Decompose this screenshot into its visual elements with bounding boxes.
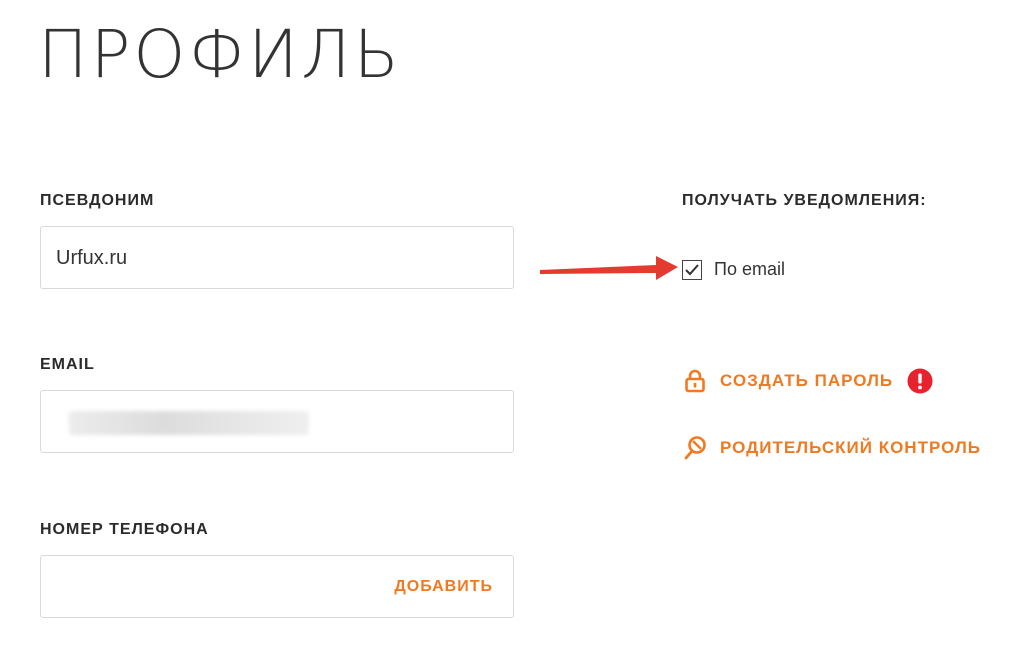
phone-input[interactable]: ДОБАВИТЬ — [40, 555, 514, 618]
email-label: EMAIL — [40, 356, 95, 373]
email-notification-label: По email — [714, 259, 785, 279]
parental-control-link[interactable]: РОДИТЕЛЬСКИЙ КОНТРОЛЬ — [682, 435, 981, 461]
email-input[interactable] — [40, 390, 514, 453]
add-phone-button[interactable]: ДОБАВИТЬ — [394, 578, 493, 596]
email-value-blurred — [69, 411, 309, 435]
parental-control-icon — [684, 436, 706, 460]
nickname-input[interactable]: Urfux.ru — [40, 226, 514, 289]
phone-label: НОМЕР ТЕЛЕФОНА — [40, 521, 209, 538]
alert-icon — [907, 368, 933, 394]
create-password-label: СОЗДАТЬ ПАРОЛЬ — [720, 371, 894, 390]
email-notification-checkbox[interactable] — [682, 259, 702, 280]
nickname-label: ПСЕВДОНИМ — [40, 192, 155, 209]
email-notification-option[interactable]: По email — [682, 259, 785, 280]
lock-icon — [685, 369, 705, 393]
annotation-arrow-icon — [540, 256, 678, 280]
checkmark-icon — [685, 263, 699, 275]
page-title: ПРОФИЛЬ — [38, 16, 402, 93]
parental-control-label: РОДИТЕЛЬСКИЙ КОНТРОЛЬ — [720, 438, 982, 457]
nickname-value: Urfux.ru — [56, 247, 128, 269]
create-password-link[interactable]: СОЗДАТЬ ПАРОЛЬ — [682, 368, 933, 394]
notifications-label: ПОЛУЧАТЬ УВЕДОМЛЕНИЯ: — [682, 192, 927, 209]
